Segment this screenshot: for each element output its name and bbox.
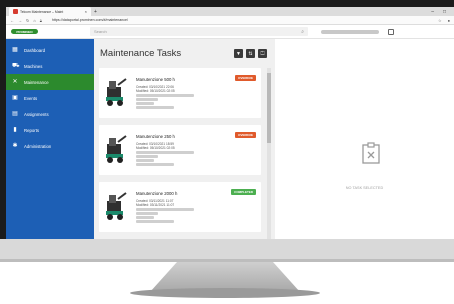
sidebar-item-administration[interactable]: ✱ Administration [6,138,94,154]
user-name-blurred[interactable] [321,29,379,34]
maximize-button[interactable]: □ [443,9,446,15]
task-card[interactable]: Manutenzione 250 h Created: 03/10/2021 18… [99,125,261,175]
task-detail-panel: NO TASK SELECTED [275,39,454,239]
task-list: Manutenzione 500 h Created: 03/10/2021 22… [99,68,271,239]
task-modified: Modified: 03/11/2021 11:07 [136,203,175,207]
machine-thumbnail [104,134,128,164]
user-account-icon[interactable] [388,28,394,35]
scrollbar[interactable] [267,68,271,239]
sidebar-item-events[interactable]: ▣ Events [6,90,94,106]
task-title: Manutenzione 500 h [136,77,175,82]
reload-icon[interactable]: ↻ [26,18,29,23]
tab-title: Telcom Maintenance – Maint [20,9,64,14]
search-placeholder: Search [94,29,107,34]
machine-thumbnail [104,77,128,107]
machine-thumbnail [104,191,128,221]
truck-icon: ⛟ [12,63,20,69]
export-icon[interactable]: ⏍ [258,49,267,58]
profile-icon[interactable]: ● [448,18,450,23]
blurred-line [136,216,154,219]
minimize-button[interactable]: – [431,9,434,15]
monitor-stand-base [130,288,320,298]
tab-close-icon[interactable]: × [85,9,87,14]
task-card[interactable]: Manutenzione 2000 h Created: 03/11/2021 1… [99,182,261,232]
grid-icon: ▦ [12,47,18,53]
scrollbar-thumb[interactable] [267,73,271,143]
status-badge: COMPLETED [231,189,256,195]
blurred-line [136,94,194,97]
calendar-icon: ▣ [12,95,18,101]
sort-icon[interactable]: ⇅ [246,49,255,58]
search-icon[interactable]: ⌕ [301,29,304,35]
window-controls: – □ [431,9,454,15]
blurred-line [136,212,158,215]
sidebar: ▦ Dashboard ⛟ Machines ✕ Maintenance ▣ Events ▤ A… [6,39,103,239]
gear-icon: ✱ [12,143,18,149]
task-card[interactable]: Manutenzione 500 h Created: 03/10/2021 22… [99,68,261,118]
monitor-chin [0,239,454,262]
sidebar-item-reports[interactable]: ▮ Reports [6,122,94,138]
blurred-line [136,208,194,211]
toolbar: ▼ ⇅ ⏍ [234,49,267,58]
search-input[interactable]: Search ⌕ [90,27,308,36]
blurred-line [136,102,154,105]
wrench-icon: ✕ [12,79,18,85]
sidebar-item-label: Dashboard [24,47,46,53]
empty-state-text: NO TASK SELECTED [345,186,384,190]
task-list-panel: Maintenance Tasks ▼ ⇅ ⏍ Manutenzione 500 h… [94,39,275,239]
app-header: PROMINEN Search ⌕ [6,25,454,39]
sidebar-item-machines[interactable]: ⛟ Machines [6,58,94,74]
sidebar-item-label: Reports [24,127,40,133]
sidebar-item-label: Assignments [24,111,49,117]
sidebar-item-label: Administration [24,143,52,149]
clipboard-icon [362,142,380,164]
sidebar-item-dashboard[interactable]: ▦ Dashboard [6,42,94,58]
address-bar-row: ← → ↻ ⌂ 🔒︎ https://dataportal.prominen.c… [6,16,454,25]
filter-icon[interactable]: ▼ [234,49,243,58]
app-body: ▦ Dashboard ⛟ Machines ✕ Maintenance ▣ Events ▤ A… [6,39,454,239]
task-title: Manutenzione 250 h [136,134,175,139]
sidebar-item-label: Maintenance [24,79,49,85]
lock-icon: 🔒︎ [39,17,42,23]
blurred-line [136,106,174,109]
browser-tab-bar: Telcom Maintenance – Maint × + – □ [6,7,454,16]
screen: Telcom Maintenance – Maint × + – □ ← → ↻… [6,7,454,239]
task-title: Manutenzione 2000 h [136,191,178,196]
new-tab-button[interactable]: + [94,9,97,15]
bookmark-star-icon[interactable]: ☆ [438,18,442,23]
browser-tab[interactable]: Telcom Maintenance – Maint × [9,7,91,16]
blurred-line [136,163,174,166]
status-badge: OVERDUE [235,132,256,138]
blurred-line [136,220,174,223]
sidebar-item-label: Machines [24,63,43,69]
back-icon[interactable]: ← [10,18,14,23]
blurred-line [136,151,194,154]
status-badge: OVERDUE [235,75,256,81]
task-modified: Modified: 05/10/2021 02:05 [136,89,175,93]
sidebar-item-label: Events [24,95,38,101]
home-icon[interactable]: ⌂ [33,18,35,23]
task-modified: Modified: 05/10/2021 02:05 [136,146,175,150]
blurred-line [136,159,154,162]
forward-icon[interactable]: → [18,18,22,23]
company-logo[interactable]: PROMINEN [11,29,38,34]
bar-chart-icon: ▮ [13,127,17,133]
blurred-line [136,155,158,158]
url-field[interactable]: https://dataportal.prominen.com/#/mainte… [52,18,128,22]
sidebar-item-assignments[interactable]: ▤ Assignments [6,106,94,122]
favicon-icon [13,9,18,14]
documents-icon: ▤ [12,111,18,117]
monitor-bezel: Telcom Maintenance – Maint × + – □ ← → ↻… [0,0,454,262]
sidebar-item-maintenance[interactable]: ✕ Maintenance [6,74,103,90]
blurred-line [136,98,158,101]
